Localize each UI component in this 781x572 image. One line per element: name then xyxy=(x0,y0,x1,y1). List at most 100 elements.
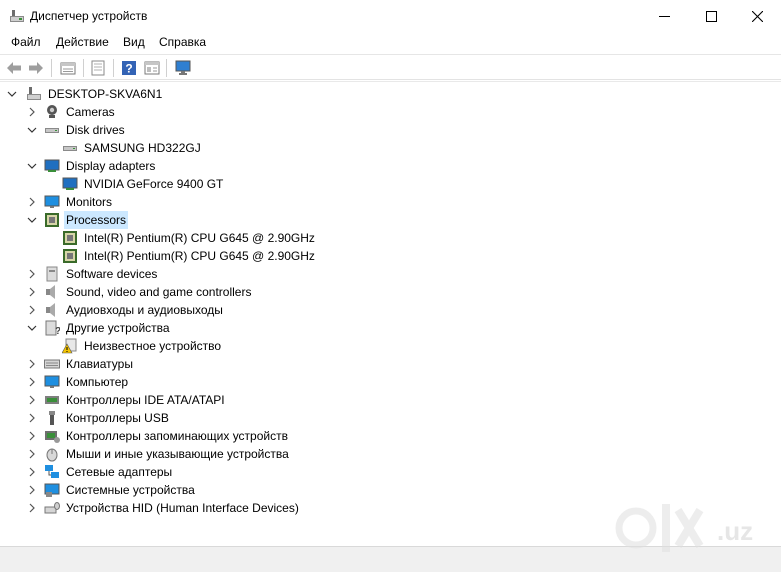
view-button[interactable] xyxy=(142,58,162,78)
camera-icon xyxy=(44,104,60,120)
tree-device-item[interactable]: Intel(R) Pentium(R) CPU G645 @ 2.90GHz xyxy=(62,229,317,247)
chevron-right-icon[interactable] xyxy=(26,106,38,118)
ide-controller-icon xyxy=(44,392,60,408)
chevron-right-icon[interactable] xyxy=(26,502,38,514)
svg-text:?: ? xyxy=(125,62,132,76)
tree-item-label: Неизвестное устройство xyxy=(84,339,222,353)
menu-view[interactable]: Вид xyxy=(123,35,145,49)
tree-item-label: Мыши и иные указывающие устройства xyxy=(66,447,289,461)
tree-item-label: Intel(R) Pentium(R) CPU G645 @ 2.90GHz xyxy=(84,231,315,245)
storage-controller-icon xyxy=(44,428,60,444)
minimize-button[interactable] xyxy=(641,0,687,32)
chevron-down-icon[interactable] xyxy=(6,88,18,100)
chevron-down-icon[interactable] xyxy=(26,160,38,172)
properties-button[interactable] xyxy=(58,58,78,78)
tree-category-item[interactable]: Контроллеры IDE ATA/ATAPI xyxy=(26,391,227,409)
chevron-right-icon[interactable] xyxy=(26,412,38,424)
view-icon xyxy=(144,61,160,75)
tree-category-item[interactable]: Processors xyxy=(26,211,129,229)
tree-category-item[interactable]: Display adapters xyxy=(26,157,157,175)
help-button[interactable]: ? xyxy=(119,58,139,78)
tree-category-item[interactable]: Disk drives xyxy=(26,121,127,139)
keyboard-icon xyxy=(44,356,60,372)
tree-item-label: Monitors xyxy=(66,195,113,209)
chevron-down-icon[interactable] xyxy=(26,322,38,334)
toolbar-separator xyxy=(166,59,167,77)
tree-item-label: Компьютер xyxy=(66,375,129,389)
svg-text:?: ? xyxy=(55,326,60,336)
tree-device-item[interactable]: SAMSUNG HD322GJ xyxy=(62,139,203,157)
mouse-icon xyxy=(44,446,60,462)
monitor-icon xyxy=(44,194,60,210)
toolbar-separator xyxy=(83,59,84,77)
tree-root[interactable]: DESKTOP-SKVA6N1 xyxy=(6,85,164,103)
chevron-right-icon[interactable] xyxy=(26,286,38,298)
usb-icon xyxy=(44,410,60,426)
tree-item-label: Устройства HID (Human Interface Devices) xyxy=(66,501,299,515)
tree-device-item[interactable]: Неизвестное устройство xyxy=(61,337,223,355)
chevron-right-icon[interactable] xyxy=(26,358,38,370)
menu-help[interactable]: Справка xyxy=(159,35,206,49)
tree-category-item[interactable]: Sound, video and game controllers xyxy=(26,283,253,301)
tree-category-item[interactable]: Аудиовходы и аудиовыходы xyxy=(26,301,225,319)
tree-item-label: Сетевые адаптеры xyxy=(66,465,173,479)
chevron-right-icon[interactable] xyxy=(26,466,38,478)
tree-item-label: Software devices xyxy=(66,267,158,281)
tree-item-label: Processors xyxy=(64,211,129,229)
close-button[interactable] xyxy=(734,0,780,32)
close-icon xyxy=(751,10,763,22)
software-device-icon xyxy=(44,266,60,282)
maximize-button[interactable] xyxy=(688,0,734,32)
chevron-right-icon[interactable] xyxy=(26,268,38,280)
tree-category-item[interactable]: Cameras xyxy=(26,103,117,121)
chevron-right-icon[interactable] xyxy=(26,304,38,316)
device-manager-icon xyxy=(9,8,25,24)
back-button[interactable] xyxy=(4,58,24,78)
menu-action[interactable]: Действие xyxy=(56,35,109,49)
chevron-right-icon[interactable] xyxy=(26,430,38,442)
chevron-right-icon[interactable] xyxy=(26,394,38,406)
menu-bar: Файл Действие Вид Справка xyxy=(0,32,781,53)
properties-icon xyxy=(60,62,76,75)
tree-device-item[interactable]: Intel(R) Pentium(R) CPU G645 @ 2.90GHz xyxy=(62,247,317,265)
tree-category-item[interactable]: Мыши и иные указывающие устройства xyxy=(26,445,291,463)
chevron-right-icon[interactable] xyxy=(26,376,38,388)
processor-icon xyxy=(62,230,78,246)
title-bar: Диспетчер устройств xyxy=(0,0,781,32)
menu-file[interactable]: Файл xyxy=(11,35,41,49)
network-adapter-icon xyxy=(44,464,60,480)
tree-category-item[interactable]: Клавиатуры xyxy=(26,355,135,373)
chevron-down-icon[interactable] xyxy=(26,124,38,136)
warning-device-icon xyxy=(61,338,78,354)
tree-item-label: Контроллеры IDE ATA/ATAPI xyxy=(66,393,225,407)
chevron-right-icon[interactable] xyxy=(26,196,38,208)
tree-category-item[interactable]: Устройства HID (Human Interface Devices) xyxy=(26,499,301,517)
tree-category-item[interactable]: Контроллеры USB xyxy=(26,409,171,427)
update-driver-icon xyxy=(91,60,105,76)
scan-hardware-button[interactable] xyxy=(173,58,193,78)
other-device-icon: ? xyxy=(44,320,61,337)
tree-category-item[interactable]: Сетевые адаптеры xyxy=(26,463,174,481)
tree-item-label: Клавиатуры xyxy=(66,357,133,371)
tree-category-item[interactable]: Компьютер xyxy=(26,373,130,391)
tree-item-label: Display adapters xyxy=(66,159,156,173)
tree-item-label: Системные устройства xyxy=(66,483,195,497)
chevron-down-icon[interactable] xyxy=(26,214,38,226)
tree-category-item[interactable]: Monitors xyxy=(26,193,114,211)
window-title: Диспетчер устройств xyxy=(30,9,148,23)
tree-category-item[interactable]: ? Другие устройства xyxy=(26,319,172,337)
update-driver-button[interactable] xyxy=(88,58,108,78)
tree-item-label: Sound, video and game controllers xyxy=(66,285,252,299)
tree-category-item[interactable]: Контроллеры запоминающих устройств xyxy=(26,427,290,445)
tree-category-item[interactable]: Системные устройства xyxy=(26,481,197,499)
minimize-icon xyxy=(658,15,670,17)
tree-category-item[interactable]: Software devices xyxy=(26,265,159,283)
tree-device-item[interactable]: NVIDIA GeForce 9400 GT xyxy=(62,175,225,193)
chevron-right-icon[interactable] xyxy=(26,448,38,460)
chevron-right-icon[interactable] xyxy=(26,484,38,496)
processor-icon xyxy=(44,212,60,228)
disk-drive-icon xyxy=(62,140,78,156)
disk-drive-icon xyxy=(44,122,60,138)
device-tree[interactable]: DESKTOP-SKVA6N1 Cameras Disk drives SAMSUN… xyxy=(0,81,781,546)
forward-button[interactable] xyxy=(26,58,46,78)
